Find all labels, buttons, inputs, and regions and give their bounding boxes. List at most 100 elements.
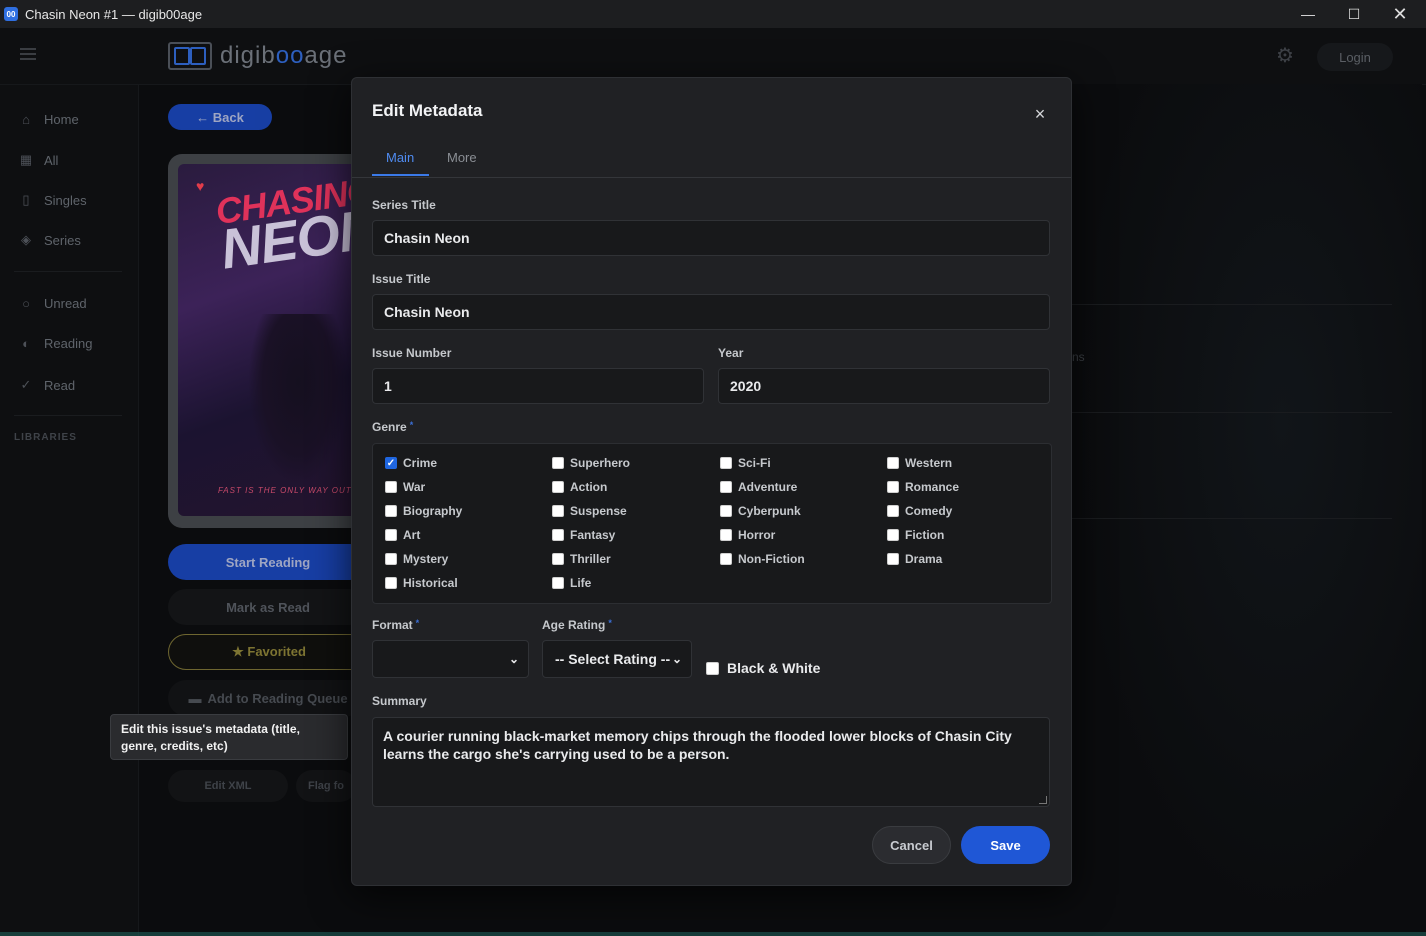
genre-option[interactable]: Western [887,456,952,470]
mark-as-read-button[interactable]: Mark as Read [168,589,368,625]
tab-more[interactable]: More [447,150,477,165]
genre-option[interactable]: Superhero [552,456,630,470]
heart-icon: ♥ [196,178,205,194]
genre-option[interactable]: Cyberpunk [720,504,801,518]
genre-option-label: Adventure [738,480,798,494]
background-panel [1072,84,1422,932]
sidebar-item-all[interactable]: ▦ All [18,152,59,168]
genre-option[interactable]: Horror [720,528,775,542]
menu-icon[interactable] [20,48,36,60]
genre-option[interactable]: Fiction [887,528,944,542]
add-to-queue-button[interactable]: ▬ Add to Reading Queue [168,680,368,716]
checkbox[interactable] [720,529,732,541]
settings-gear-icon[interactable]: ⚙ [1276,46,1296,66]
genre-option-label: Art [403,528,421,542]
checkbox[interactable] [887,481,899,493]
save-button[interactable]: Save [961,826,1050,864]
checkbox[interactable] [887,457,899,469]
checkbox[interactable] [552,553,564,565]
genre-option[interactable]: Action [552,480,607,494]
sidebar-item-reading[interactable]: ◐ Reading [18,336,92,351]
checkbox[interactable] [720,457,732,469]
maximize-button[interactable]: ☐ [1331,0,1377,28]
summary-textarea[interactable]: A courier running black-market memory ch… [372,717,1050,807]
genre-option[interactable]: Thriller [552,552,611,566]
genre-option[interactable]: Sci-Fi [720,456,771,470]
genre-option[interactable]: ✓ Crime [385,456,437,470]
genre-option[interactable]: Drama [887,552,942,566]
checkbox[interactable] [720,553,732,565]
app-logo[interactable]: digibooage [168,42,347,70]
series-title-label: Series Title [372,198,436,212]
issue-number-input[interactable]: 1 [372,368,704,404]
checkbox[interactable] [887,553,899,565]
sidebar-item-home[interactable]: ⌂ Home [18,112,79,127]
active-tab-indicator [372,174,429,176]
genre-option-label: Non-Fiction [738,552,805,566]
genre-option-label: Thriller [570,552,611,566]
genre-option[interactable]: Life [552,576,591,590]
favorited-button[interactable]: ★ Favorited [168,634,370,670]
genre-option[interactable]: Historical [385,576,458,590]
genre-option[interactable]: Adventure [720,480,797,494]
close-modal-button[interactable]: × [1028,102,1052,126]
checkbox[interactable] [706,661,719,675]
genre-option[interactable]: Comedy [887,504,952,518]
genre-option-label: Sci-Fi [738,456,771,470]
checkbox[interactable] [887,505,899,517]
edit-xml-button[interactable]: Edit XML [168,770,288,802]
format-select[interactable]: ⌄ [372,640,529,678]
checkbox[interactable] [385,505,397,517]
logo-icon [168,42,212,70]
genre-option[interactable]: Fantasy [552,528,615,542]
book-icon: ▯ [22,192,30,207]
minimize-button[interactable]: — [1285,0,1331,28]
genre-option[interactable]: Romance [887,480,959,494]
year-label: Year [718,346,744,360]
genre-option[interactable]: Mystery [385,552,448,566]
checkbox[interactable] [385,481,397,493]
genre-option[interactable]: Art [385,528,420,542]
age-rating-select[interactable]: -- Select Rating -- ⌄ [542,640,692,678]
checkbox[interactable] [720,505,732,517]
checkbox-checked[interactable]: ✓ [385,457,397,469]
checkbox[interactable] [552,529,564,541]
checkbox[interactable] [552,457,564,469]
app-icon: 00 [4,7,18,21]
resize-handle[interactable] [1039,796,1047,804]
checkbox[interactable] [887,529,899,541]
issue-title-input[interactable]: Chasin Neon [372,294,1050,330]
flag-button[interactable]: Flag fo [296,770,356,802]
sidebar-item-series[interactable]: ◈ Series [18,232,81,248]
genre-option[interactable]: Suspense [552,504,627,518]
genre-option-label: Life [570,576,592,590]
genre-option[interactable]: War [385,480,425,494]
year-input[interactable]: 2020 [718,368,1050,404]
checkbox[interactable] [552,481,564,493]
age-rating-label: Age Rating * [542,618,612,632]
login-button[interactable]: Login [1317,43,1393,71]
checkbox[interactable] [385,529,397,541]
series-title-input[interactable]: Chasin Neon [372,220,1050,256]
sidebar-item-read[interactable]: ✓ Read [18,377,76,393]
black-white-checkbox[interactable]: Black & White [706,660,820,676]
genre-option[interactable]: Non-Fiction [720,552,805,566]
bottom-border [0,932,1426,936]
checkbox[interactable] [385,577,397,589]
close-window-button[interactable]: ✕ [1377,0,1423,28]
checkbox[interactable] [552,577,564,589]
checkbox[interactable] [385,553,397,565]
start-reading-button[interactable]: Start Reading [168,544,368,580]
cancel-button[interactable]: Cancel [872,826,951,864]
genre-option-label: Horror [738,528,776,542]
checkbox[interactable] [720,481,732,493]
sidebar-item-singles[interactable]: ▯ Singles [18,192,86,208]
back-button[interactable]: ← Back [168,104,272,130]
genre-option[interactable]: Biography [385,504,462,518]
tab-main[interactable]: Main [386,150,414,165]
summary-label: Summary [372,694,427,708]
cover-image[interactable]: ♥ CHASING NEON FAST IS THE ONLY WAY OUT [178,164,368,516]
sidebar-item-unread[interactable]: ○ Unread [18,296,87,311]
checkbox[interactable] [552,505,564,517]
genre-option-label: Action [570,480,608,494]
